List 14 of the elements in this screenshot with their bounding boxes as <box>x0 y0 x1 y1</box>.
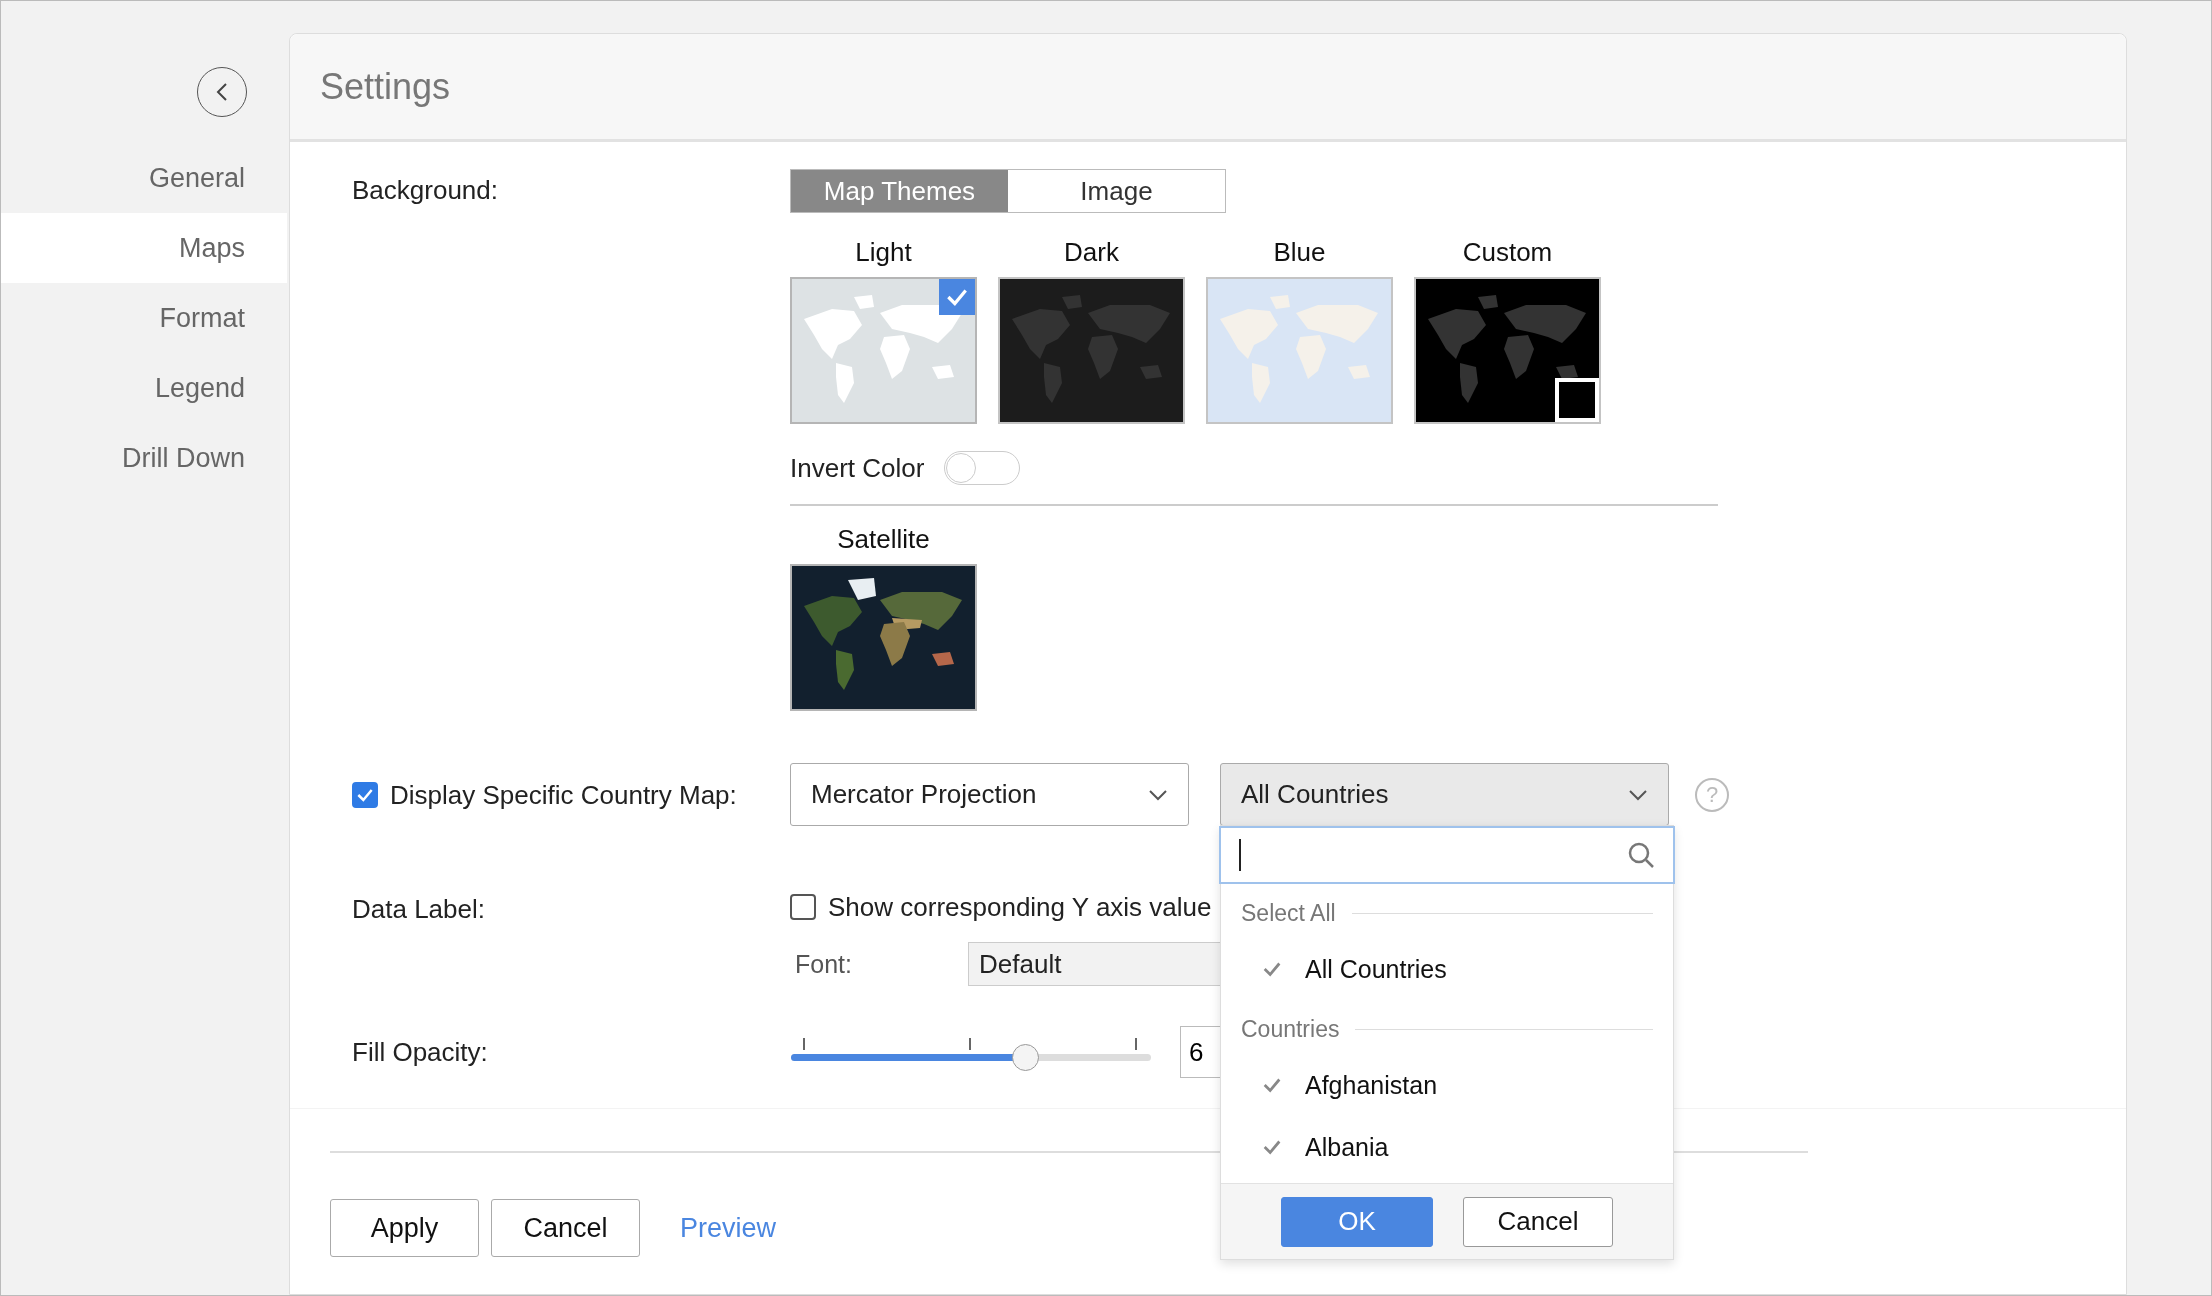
group-title: Select All <box>1241 899 1336 927</box>
font-label: Font: <box>795 949 853 979</box>
checkbox-label: Display Specific Country Map: <box>390 778 737 812</box>
theme-label: Blue <box>1273 236 1326 269</box>
field-label: Background: <box>352 174 499 207</box>
theme-label: Satellite <box>837 523 930 556</box>
theme-label: Dark <box>1064 236 1119 269</box>
field-label: Data Label: <box>352 893 486 926</box>
panel-title: Settings <box>320 65 451 108</box>
checkbox-label: Show corresponding Y axis value <box>828 891 1212 924</box>
theme-label: Custom <box>1462 236 1553 269</box>
field-label: Fill Opacity: <box>352 1036 489 1069</box>
theme-label: Light <box>855 236 912 269</box>
toggle-label: Invert Color <box>790 452 925 485</box>
